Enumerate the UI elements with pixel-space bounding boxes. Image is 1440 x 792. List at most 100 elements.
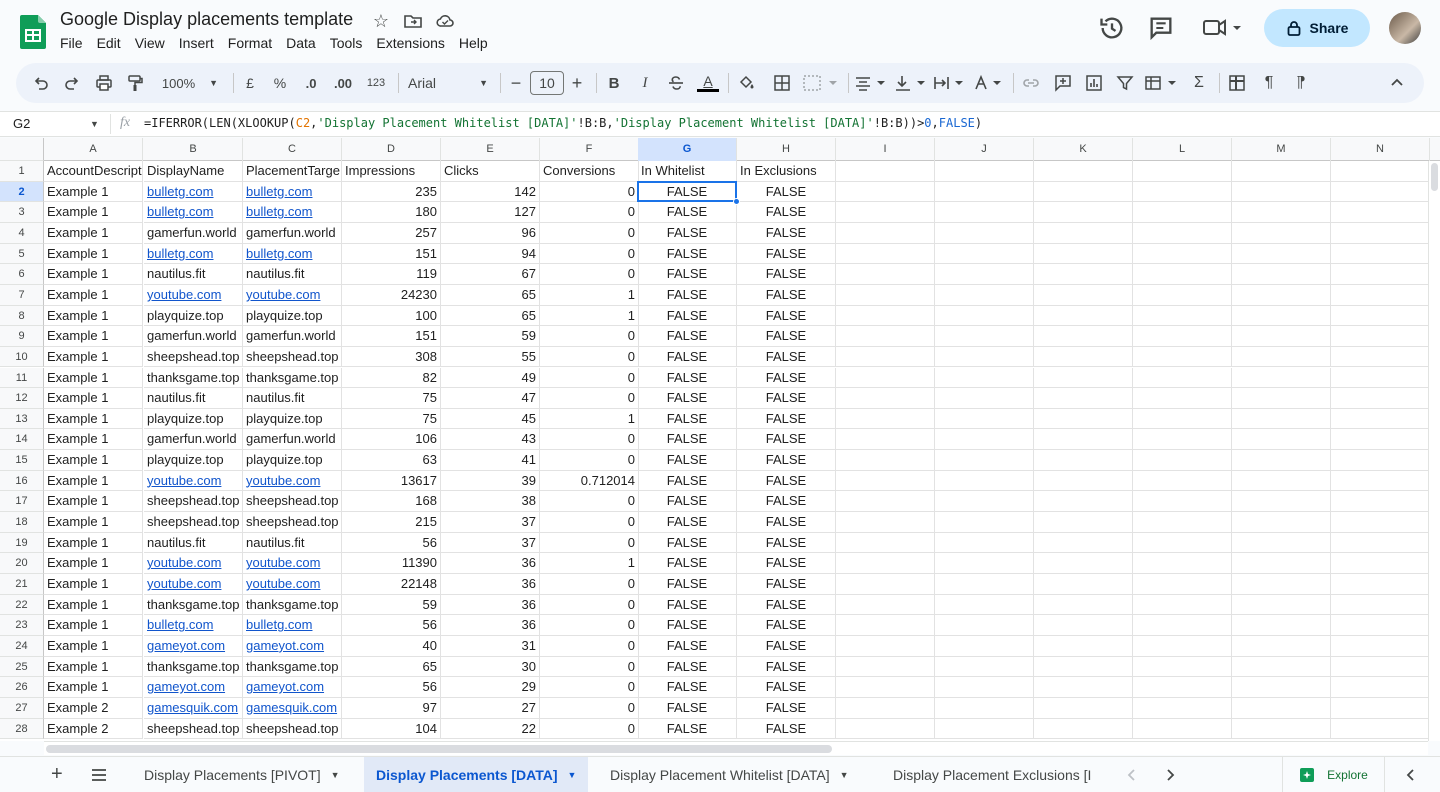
- cell-g1[interactable]: In Whitelist: [638, 161, 737, 182]
- cell-a5[interactable]: Example 1: [44, 243, 143, 265]
- cell-b22[interactable]: thanksgame.top: [144, 594, 243, 616]
- comments-icon[interactable]: [1147, 14, 1175, 42]
- cell-c21[interactable]: youtube.com: [243, 574, 342, 595]
- row-header-18[interactable]: 18: [0, 512, 44, 533]
- cell-h3[interactable]: FALSE: [737, 202, 836, 223]
- cell-d14[interactable]: 106: [342, 429, 441, 451]
- cell-g17[interactable]: FALSE: [638, 491, 737, 513]
- ltr-text-icon[interactable]: ¶: [1258, 71, 1280, 95]
- cell-h14[interactable]: FALSE: [737, 429, 836, 451]
- cell-f6[interactable]: 0: [540, 264, 639, 285]
- cell-f19[interactable]: 0: [540, 532, 639, 554]
- cell-d26[interactable]: 56: [342, 677, 441, 698]
- row-header-21[interactable]: 21: [0, 574, 44, 595]
- cell-j23[interactable]: [935, 615, 1034, 636]
- row-header-27[interactable]: 27: [0, 697, 44, 719]
- cell-i14[interactable]: [836, 429, 935, 451]
- freeze-icon[interactable]: [1226, 71, 1248, 95]
- cell-j13[interactable]: [935, 408, 1034, 430]
- cell-l28[interactable]: [1133, 718, 1232, 740]
- cell-m10[interactable]: [1232, 346, 1331, 368]
- cell-l17[interactable]: [1133, 491, 1232, 513]
- column-header-e[interactable]: E: [441, 138, 540, 161]
- cell-g22[interactable]: FALSE: [638, 594, 737, 616]
- cell-j2[interactable]: [935, 181, 1034, 203]
- cell-f23[interactable]: 0: [540, 615, 639, 636]
- cell-c3[interactable]: bulletg.com: [243, 202, 342, 223]
- cell-g2[interactable]: FALSE: [638, 181, 737, 203]
- cell-a16[interactable]: Example 1: [44, 470, 143, 492]
- horizontal-scroll-thumb[interactable]: [46, 745, 832, 753]
- cell-f28[interactable]: 0: [540, 718, 639, 740]
- cell-g25[interactable]: FALSE: [638, 656, 737, 678]
- cell-b9[interactable]: gamerfun.world: [144, 326, 243, 347]
- cell-c28[interactable]: sheepshead.top: [243, 718, 342, 740]
- cell-j5[interactable]: [935, 243, 1034, 265]
- filter-views-icon[interactable]: [1144, 71, 1180, 95]
- cell-d19[interactable]: 56: [342, 532, 441, 554]
- cell-c10[interactable]: sheepshead.top: [243, 346, 342, 368]
- cell-h22[interactable]: FALSE: [737, 594, 836, 616]
- cell-g7[interactable]: FALSE: [638, 284, 737, 306]
- cell-l25[interactable]: [1133, 656, 1232, 678]
- column-header-c[interactable]: C: [243, 138, 342, 161]
- cell-l5[interactable]: [1133, 243, 1232, 265]
- cell-e21[interactable]: 36: [441, 574, 540, 595]
- cell-i3[interactable]: [836, 202, 935, 223]
- collapse-toolbar-icon[interactable]: [1386, 71, 1408, 95]
- cell-k2[interactable]: [1034, 181, 1133, 203]
- cell-a11[interactable]: Example 1: [44, 367, 143, 389]
- cell-d8[interactable]: 100: [342, 305, 441, 327]
- cell-c16[interactable]: youtube.com: [243, 470, 342, 492]
- cell-n20[interactable]: [1331, 553, 1430, 574]
- row-header-25[interactable]: 25: [0, 656, 44, 678]
- cell-l9[interactable]: [1133, 326, 1232, 347]
- cell-k15[interactable]: [1034, 450, 1133, 471]
- cell-m24[interactable]: [1232, 635, 1331, 657]
- row-header-5[interactable]: 5: [0, 243, 44, 265]
- cell-d13[interactable]: 75: [342, 408, 441, 430]
- insert-link-icon[interactable]: [1020, 71, 1042, 95]
- cell-k10[interactable]: [1034, 346, 1133, 368]
- cell-l6[interactable]: [1133, 264, 1232, 285]
- cell-j24[interactable]: [935, 635, 1034, 657]
- horizontal-scrollbar[interactable]: [44, 741, 1428, 755]
- column-header-h[interactable]: H: [737, 138, 836, 161]
- cell-e28[interactable]: 22: [441, 718, 540, 740]
- cell-e24[interactable]: 31: [441, 635, 540, 657]
- document-title[interactable]: Google Display placements template: [60, 9, 353, 30]
- cell-a15[interactable]: Example 1: [44, 450, 143, 471]
- cell-e3[interactable]: 127: [441, 202, 540, 223]
- cell-a22[interactable]: Example 1: [44, 594, 143, 616]
- cell-a10[interactable]: Example 1: [44, 346, 143, 368]
- cell-k24[interactable]: [1034, 635, 1133, 657]
- cell-n21[interactable]: [1331, 574, 1430, 595]
- cell-l7[interactable]: [1133, 284, 1232, 306]
- row-header-10[interactable]: 10: [0, 346, 44, 368]
- cell-l16[interactable]: [1133, 470, 1232, 492]
- cell-a21[interactable]: Example 1: [44, 574, 143, 595]
- cell-i4[interactable]: [836, 222, 935, 244]
- cell-i2[interactable]: [836, 181, 935, 203]
- cell-k9[interactable]: [1034, 326, 1133, 347]
- cell-n11[interactable]: [1331, 367, 1430, 389]
- redo-icon[interactable]: [61, 71, 83, 95]
- row-header-7[interactable]: 7: [0, 284, 44, 306]
- cell-n7[interactable]: [1331, 284, 1430, 306]
- cell-g24[interactable]: FALSE: [638, 635, 737, 657]
- meet-call-icon[interactable]: [1200, 14, 1246, 42]
- cell-j11[interactable]: [935, 367, 1034, 389]
- row-header-17[interactable]: 17: [0, 491, 44, 513]
- cell-c8[interactable]: playquize.top: [243, 305, 342, 327]
- cell-i6[interactable]: [836, 264, 935, 285]
- scroll-tabs-left-icon[interactable]: [1124, 767, 1140, 783]
- cell-n16[interactable]: [1331, 470, 1430, 492]
- cell-d17[interactable]: 168: [342, 491, 441, 513]
- cell-j14[interactable]: [935, 429, 1034, 451]
- cell-m20[interactable]: [1232, 553, 1331, 574]
- cell-n18[interactable]: [1331, 512, 1430, 533]
- cell-a4[interactable]: Example 1: [44, 222, 143, 244]
- cell-a18[interactable]: Example 1: [44, 512, 143, 533]
- cell-e15[interactable]: 41: [441, 450, 540, 471]
- cell-c14[interactable]: gamerfun.world: [243, 429, 342, 451]
